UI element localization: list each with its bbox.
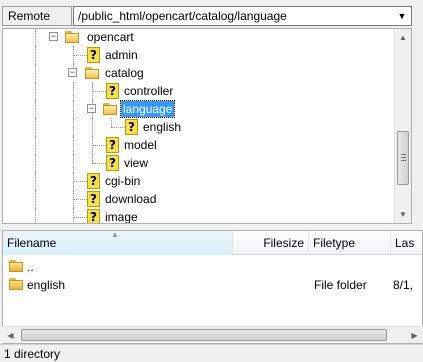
remote-path-combobox[interactable]: /public_html/opencart/catalog/language ▼ — [73, 6, 412, 26]
file-list-horizontal-scrollbar[interactable]: ◀ ▶ — [2, 326, 423, 343]
file-name: .. — [27, 260, 34, 274]
tree-item-view[interactable]: ? view — [3, 154, 395, 172]
collapse-icon[interactable]: − — [87, 104, 96, 113]
sort-ascending-icon: ▲ — [111, 231, 119, 239]
scrollbar-thumb[interactable] — [397, 131, 409, 185]
unknown-folder-icon: ? — [106, 137, 119, 153]
tree-item-label[interactable]: controller — [122, 83, 175, 99]
collapse-icon[interactable]: − — [68, 68, 77, 77]
column-last-modified[interactable]: Las — [391, 231, 422, 255]
tree-item-label[interactable]: image — [103, 209, 140, 223]
tree-item-label[interactable]: model — [122, 137, 159, 153]
scrollbar-thumb[interactable] — [21, 329, 387, 341]
scroll-right-arrow-icon[interactable]: ▶ — [406, 327, 423, 344]
file-last-modified: 8/1, — [393, 278, 414, 292]
tree-item-download[interactable]: ? download — [3, 190, 395, 208]
tree-item-cgi-bin[interactable]: ? cgi-bin — [3, 172, 395, 190]
tree-vertical-scrollbar[interactable]: ▲ ▼ — [394, 29, 411, 223]
tree-item-catalog[interactable]: − catalog — [3, 64, 395, 82]
file-type: File folder — [314, 278, 367, 292]
column-filename-label: Filename — [7, 236, 57, 250]
tree-item-english[interactable]: ? english — [3, 118, 395, 136]
column-filename[interactable]: Filename ▲ — [3, 231, 233, 255]
unknown-folder-icon: ? — [106, 83, 119, 99]
tree-item-admin[interactable]: ? admin — [3, 46, 395, 64]
column-filesize[interactable]: Filesize — [233, 231, 309, 255]
tree-item-label[interactable]: admin — [103, 47, 140, 63]
unknown-folder-icon: ? — [87, 209, 100, 223]
remote-site-label: Remote site: — [2, 6, 72, 41]
tree-item-label[interactable]: download — [103, 191, 158, 207]
tree-item-label[interactable]: english — [141, 119, 183, 135]
remote-path-value[interactable]: /public_html/opencart/catalog/language — [78, 9, 287, 23]
scroll-down-arrow-icon[interactable]: ▼ — [395, 206, 411, 223]
column-header-row: Filename ▲ Filesize Filetype Las — [3, 231, 422, 255]
tree-item-controller[interactable]: ? controller — [3, 82, 395, 100]
unknown-folder-icon: ? — [87, 191, 100, 207]
file-row-parent[interactable]: .. — [3, 257, 422, 277]
tree-item-label[interactable]: cgi-bin — [103, 173, 142, 189]
unknown-folder-icon: ? — [87, 47, 100, 63]
folder-open-icon — [85, 66, 101, 79]
tree-item-model[interactable]: ? model — [3, 136, 395, 154]
folder-open-icon — [65, 30, 81, 43]
remote-site-bar: Remote site: /public_html/opencart/catal… — [0, 0, 423, 41]
scroll-left-arrow-icon[interactable]: ◀ — [2, 327, 19, 344]
file-name: english — [27, 278, 66, 292]
tree-item-language[interactable]: − language — [3, 100, 395, 118]
tree-item-opencart[interactable]: − opencart — [3, 29, 395, 46]
unknown-folder-icon: ? — [106, 155, 119, 171]
remote-directory-tree[interactable]: − opencart ? admin − catalog ? controlle… — [2, 28, 412, 224]
folder-open-icon — [103, 102, 119, 115]
folder-icon — [9, 259, 25, 272]
column-filetype[interactable]: Filetype — [309, 231, 391, 255]
status-bar: 1 directory — [0, 344, 423, 362]
chevron-down-icon[interactable]: ▼ — [395, 8, 409, 24]
tree-item-image[interactable]: ? image — [3, 208, 395, 223]
file-row-english[interactable]: english File folder 8/1, — [3, 275, 422, 295]
tree-item-label[interactable]: view — [122, 155, 150, 171]
folder-icon — [9, 277, 25, 290]
collapse-icon[interactable]: − — [49, 32, 58, 41]
unknown-folder-icon: ? — [125, 119, 138, 135]
unknown-folder-icon: ? — [87, 173, 100, 189]
scroll-up-arrow-icon[interactable]: ▲ — [395, 29, 411, 46]
tree-item-label[interactable]: catalog — [103, 65, 146, 81]
status-text: 1 directory — [4, 347, 61, 361]
tree-item-label[interactable]: opencart — [85, 29, 136, 45]
tree-item-label[interactable]: language — [119, 100, 176, 118]
